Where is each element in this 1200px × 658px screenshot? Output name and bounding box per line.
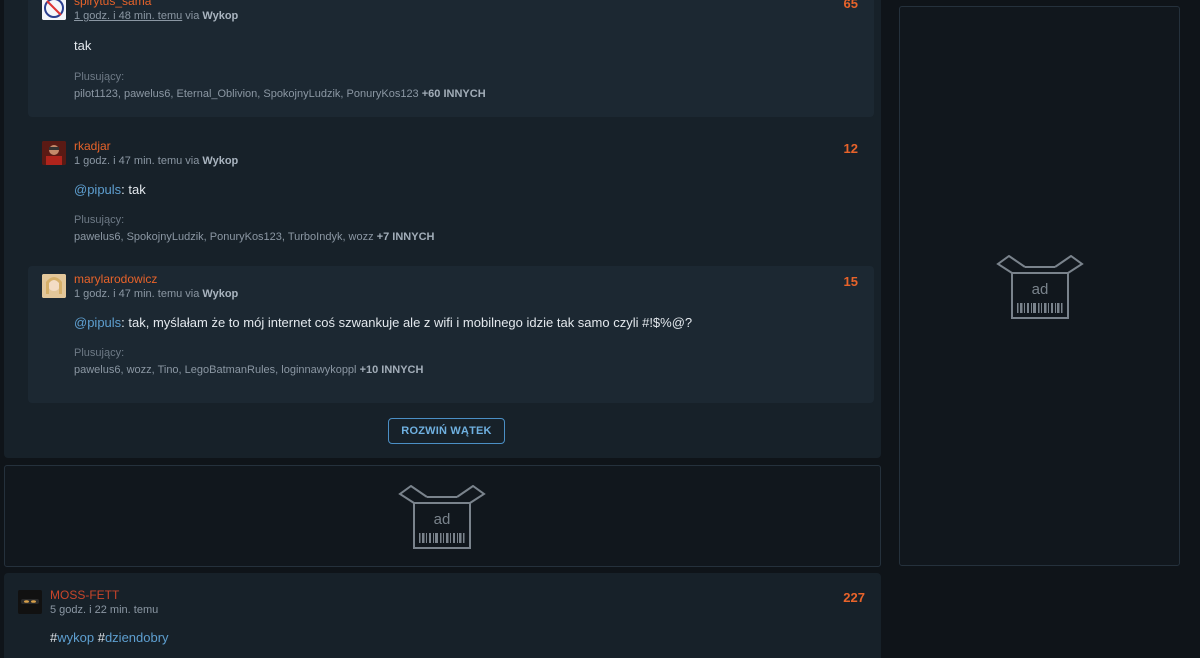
comment-time[interactable]: 1 godz. i 47 min. temu — [74, 155, 182, 167]
via-label: via — [185, 288, 200, 300]
user-avatar-icon — [18, 590, 42, 614]
ad-box-icon: ad — [398, 485, 486, 549]
voters-names[interactable]: pawelus6, SpokojnyLudzik, PonuryKos123, … — [74, 231, 374, 243]
entry-score[interactable]: 227 — [843, 590, 865, 605]
comment-time[interactable]: 1 godz. i 47 min. temu — [74, 288, 182, 300]
comment-meta: 1 godz. i 47 min. temu via Wykop — [74, 155, 238, 167]
tag-wykop[interactable]: wykop — [57, 630, 94, 645]
comment-time[interactable]: 1 godz. i 48 min. temu — [74, 10, 182, 22]
comment-username[interactable]: marylarodowicz — [74, 272, 157, 286]
voters-more[interactable]: +10 INNYCH — [360, 364, 424, 376]
comment-item: spirytus_sama 1 godz. i 48 min. temu via… — [28, 0, 874, 117]
mention-link[interactable]: @pipuls — [74, 182, 121, 197]
voters-more[interactable]: +60 INNYCH — [422, 88, 486, 100]
comment-meta: 1 godz. i 47 min. temu via Wykop — [74, 288, 238, 300]
comment-text-content: tak — [74, 38, 92, 53]
entry-tags: #wykop #dziendobry — [50, 630, 169, 645]
ad-label: ad — [1032, 281, 1049, 298]
voters-names[interactable]: pawelus6, wozz, Tino, LegoBatmanRules, l… — [74, 364, 357, 376]
expand-thread-button[interactable]: ROZWIŃ WĄTEK — [388, 418, 505, 444]
comment-username[interactable]: rkadjar — [74, 139, 111, 153]
tag-hash: # — [97, 630, 105, 645]
comment-score[interactable]: 65 — [844, 0, 858, 11]
voters-label: Plusujący: — [74, 214, 125, 226]
comment-text-content: : tak — [121, 182, 146, 197]
avatar[interactable] — [42, 141, 66, 165]
user-avatar-icon — [42, 141, 66, 165]
tag-dziendobry[interactable]: dziendobry — [105, 630, 169, 645]
entry-item: MOSS-FETT 5 godz. i 22 min. temu 227 #wy… — [4, 573, 881, 658]
entry-time[interactable]: 5 godz. i 22 min. temu — [50, 604, 158, 616]
comment-score[interactable]: 12 — [844, 141, 858, 156]
comment-item: rkadjar 1 godz. i 47 min. temu via Wykop… — [28, 128, 874, 255]
ad-placeholder[interactable]: ad — [4, 465, 881, 567]
avatar[interactable] — [42, 0, 66, 20]
voters-label: Plusujący: — [74, 347, 125, 359]
comment-source[interactable]: Wykop — [202, 10, 238, 22]
comment-thread: spirytus_sama 1 godz. i 48 min. temu via… — [4, 0, 881, 458]
comment-score[interactable]: 15 — [844, 274, 858, 289]
comment-source[interactable]: Wykop — [202, 155, 238, 167]
via-label: via — [185, 10, 200, 22]
voters-label: Plusujący: — [74, 71, 125, 83]
avatar[interactable] — [42, 274, 66, 298]
voters-list: pawelus6, SpokojnyLudzik, PonuryKos123, … — [74, 231, 434, 243]
comment-source[interactable]: Wykop — [202, 288, 238, 300]
avatar[interactable] — [18, 590, 42, 614]
comment-meta: 1 godz. i 48 min. temu via Wykop — [74, 10, 238, 22]
voters-names[interactable]: pilot1123, pawelus6, Eternal_Oblivion, S… — [74, 88, 419, 100]
comment-item: marylarodowicz 1 godz. i 47 min. temu vi… — [28, 266, 874, 403]
voters-list: pilot1123, pawelus6, Eternal_Oblivion, S… — [74, 88, 486, 100]
ad-box-icon: ad — [996, 255, 1084, 319]
comment-text: @pipuls: tak, myślałam że to mój interne… — [74, 315, 692, 330]
comment-text: @pipuls: tak — [74, 182, 146, 197]
via-label: via — [185, 155, 200, 167]
entry-meta: 5 godz. i 22 min. temu — [50, 604, 158, 616]
user-avatar-icon — [42, 274, 66, 298]
voters-more[interactable]: +7 INNYCH — [377, 231, 435, 243]
comment-username[interactable]: spirytus_sama — [74, 0, 151, 8]
comment-text-content: : tak, myślałam że to mój internet coś s… — [121, 315, 693, 330]
ad-label: ad — [434, 511, 451, 528]
ad-sidebar-placeholder[interactable]: ad — [899, 6, 1180, 566]
entry-username[interactable]: MOSS-FETT — [50, 588, 119, 602]
mention-link[interactable]: @pipuls — [74, 315, 121, 330]
no-entry-icon — [42, 0, 66, 20]
comment-text: tak — [74, 38, 91, 53]
voters-list: pawelus6, wozz, Tino, LegoBatmanRules, l… — [74, 364, 423, 376]
